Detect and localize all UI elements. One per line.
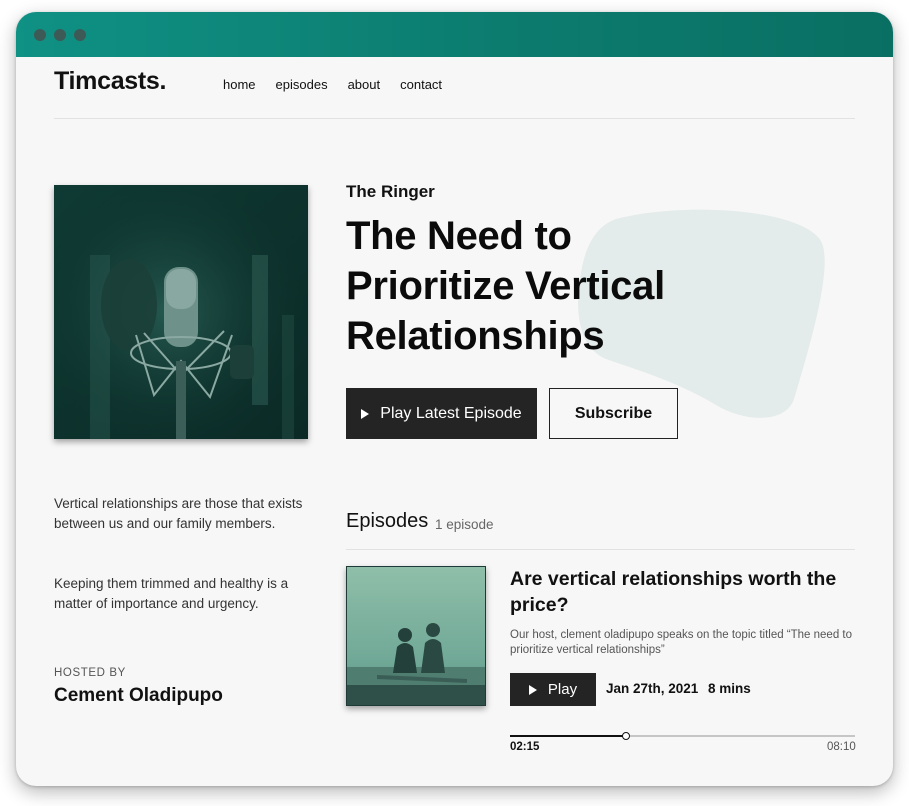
episode-hero-title: The Need to Prioritize Vertical Relation… <box>346 211 726 361</box>
episode-play-label: Play <box>547 681 578 698</box>
episodes-count: 1 episode <box>435 517 494 532</box>
play-latest-episode-button[interactable]: Play Latest Episode <box>346 388 537 439</box>
episodes-divider <box>346 549 855 550</box>
host-name: Cement Oladipupo <box>54 685 223 706</box>
hero-title-line: Relationships <box>346 314 605 358</box>
hero-title-line: Prioritize Vertical <box>346 264 665 308</box>
progress-fill <box>510 735 626 737</box>
site-logo[interactable]: Timcasts. <box>54 67 166 96</box>
window-close-dot[interactable] <box>34 29 46 41</box>
nav-contact[interactable]: contact <box>400 77 442 92</box>
window-titlebar <box>16 12 893 57</box>
couple-on-beach-image <box>347 567 485 705</box>
window-minimize-dot[interactable] <box>54 29 66 41</box>
about-paragraph: Vertical relationships are those that ex… <box>54 496 303 531</box>
page-content: Timcasts. home episodes about contact Th… <box>16 57 893 786</box>
episode-thumbnail[interactable] <box>346 566 486 706</box>
nav-home[interactable]: home <box>223 77 256 92</box>
window-maximize-dot[interactable] <box>74 29 86 41</box>
nav-about[interactable]: about <box>348 77 381 92</box>
subscribe-button[interactable]: Subscribe <box>549 388 678 439</box>
episode-play-button[interactable]: Play <box>510 673 596 706</box>
total-time: 08:10 <box>827 741 856 753</box>
progress-handle[interactable] <box>622 732 630 740</box>
header-divider <box>54 118 855 119</box>
main-nav: home episodes about contact <box>223 77 462 92</box>
podcast-cover-image <box>54 185 308 439</box>
episode-description: Our host, clement oladipupo speaks on th… <box>510 629 853 656</box>
current-time: 02:15 <box>510 741 540 753</box>
play-latest-label: Play Latest Episode <box>380 404 522 422</box>
microphone-image <box>54 185 308 439</box>
about-paragraph: Keeping them trimmed and healthy is a ma… <box>54 576 289 611</box>
hosted-by-label: HOSTED BY <box>54 667 126 679</box>
nav-episodes[interactable]: episodes <box>276 77 328 92</box>
episode-duration: 8 mins <box>708 681 751 696</box>
browser-window: Timcasts. home episodes about contact Th… <box>16 12 893 786</box>
show-name: The Ringer <box>346 182 435 201</box>
play-icon <box>361 408 370 419</box>
episode-title[interactable]: Are vertical relationships worth the pri… <box>510 566 840 618</box>
hero-title-line: The Need to <box>346 214 572 258</box>
episode-date: Jan 27th, 2021 <box>606 681 699 696</box>
episodes-heading: Episodes <box>346 510 429 532</box>
play-icon <box>528 684 537 695</box>
